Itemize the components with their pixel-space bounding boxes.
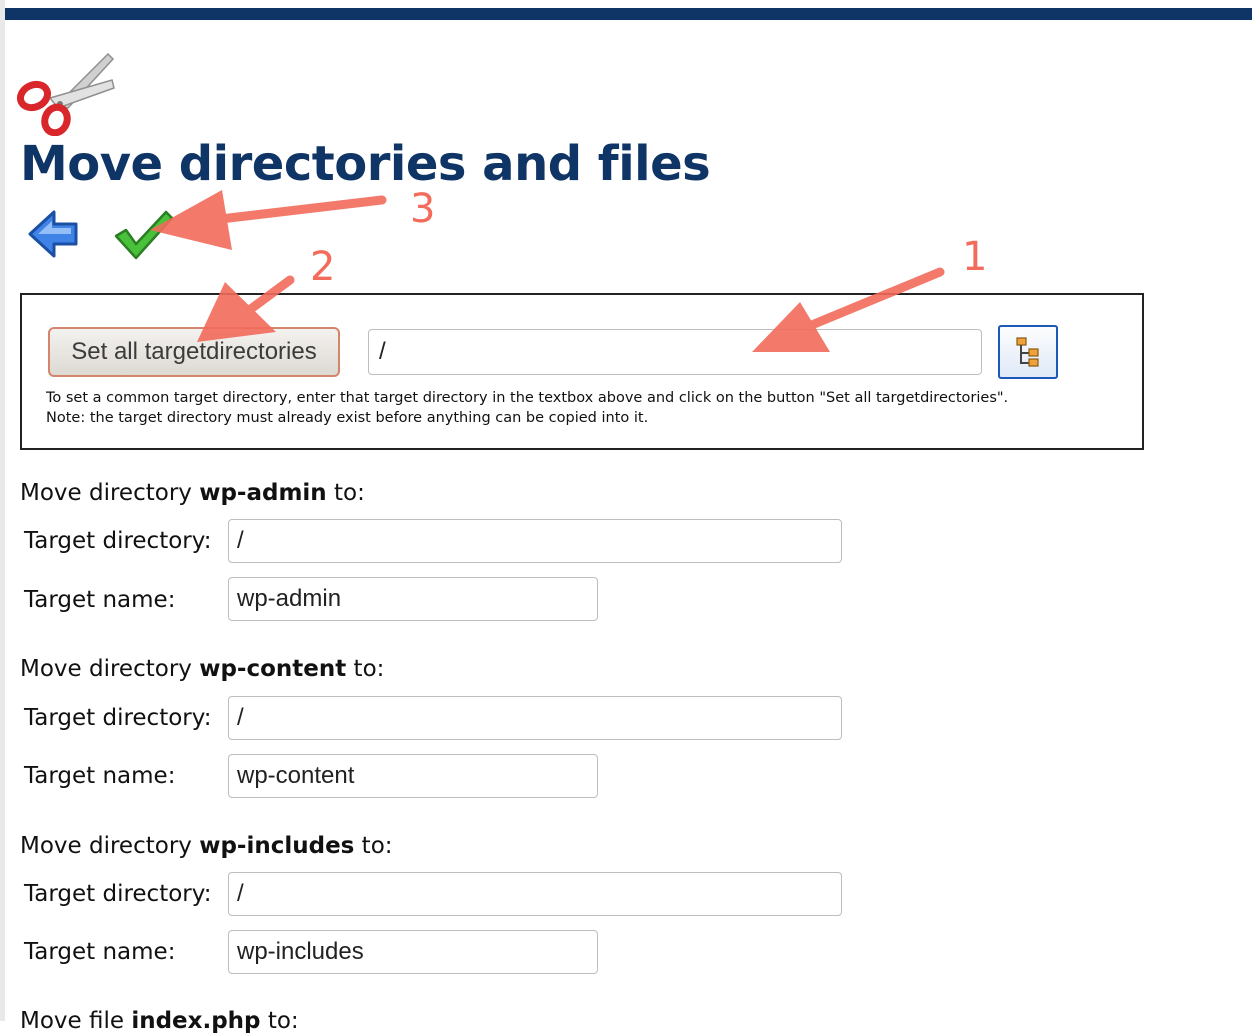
common-target-panel: Set all targetdirectories To set a commo… — [20, 293, 1144, 450]
arrow-left-icon — [28, 210, 78, 258]
page-title: Move directories and files — [20, 136, 711, 192]
annotation-label-1: 1 — [962, 234, 987, 280]
checkmark-icon — [114, 210, 174, 260]
back-button[interactable] — [26, 206, 82, 262]
browse-directory-button[interactable] — [998, 325, 1058, 379]
section-suffix: to: — [354, 833, 393, 859]
section-suffix: to: — [326, 480, 365, 506]
target-directory-label: Target directory: — [24, 881, 212, 907]
target-name-label: Target name: — [24, 763, 176, 789]
target-directory-input[interactable] — [228, 696, 842, 740]
set-all-targets-button[interactable]: Set all targetdirectories — [48, 327, 340, 377]
target-name-label: Target name: — [24, 587, 176, 613]
left-gutter — [0, 0, 5, 1021]
folder-tree-icon — [1016, 337, 1039, 367]
target-name-label: Target name: — [24, 939, 176, 965]
help-line: Note: the target directory must already … — [46, 410, 649, 426]
section-prefix: Move directory — [20, 656, 200, 682]
section-prefix: Move directory — [20, 833, 200, 859]
target-directory-label: Target directory: — [24, 528, 212, 554]
item-name: index.php — [131, 1008, 261, 1034]
target-directory-input[interactable] — [228, 872, 842, 916]
target-name-input[interactable] — [228, 754, 598, 798]
section-suffix: to: — [346, 656, 385, 682]
item-name: wp-includes — [199, 833, 355, 859]
common-target-input[interactable] — [368, 329, 982, 375]
target-directory-label: Target directory: — [24, 705, 212, 731]
help-text: To set a common target directory, enter … — [46, 388, 1136, 428]
section-header-wp-content: Move directory wp-content to: — [20, 656, 384, 682]
header-bar — [5, 8, 1252, 20]
annotation-label-2: 2 — [310, 244, 335, 290]
section-prefix: Move directory — [20, 480, 200, 506]
item-name: wp-admin — [199, 480, 327, 506]
target-directory-input[interactable] — [228, 519, 842, 563]
target-name-input[interactable] — [228, 577, 598, 621]
annotation-label-3: 3 — [410, 186, 435, 232]
section-suffix: to: — [260, 1008, 299, 1034]
section-header-wp-includes: Move directory wp-includes to: — [20, 833, 393, 859]
scissors-icon — [16, 52, 115, 136]
target-name-input[interactable] — [228, 930, 598, 974]
section-header-index-php: Move file index.php to: — [20, 1008, 299, 1034]
confirm-button[interactable] — [112, 206, 174, 262]
help-line: To set a common target directory, enter … — [46, 390, 1009, 406]
section-header-wp-admin: Move directory wp-admin to: — [20, 480, 365, 506]
section-prefix: Move file — [20, 1008, 132, 1034]
item-name: wp-content — [199, 656, 347, 682]
